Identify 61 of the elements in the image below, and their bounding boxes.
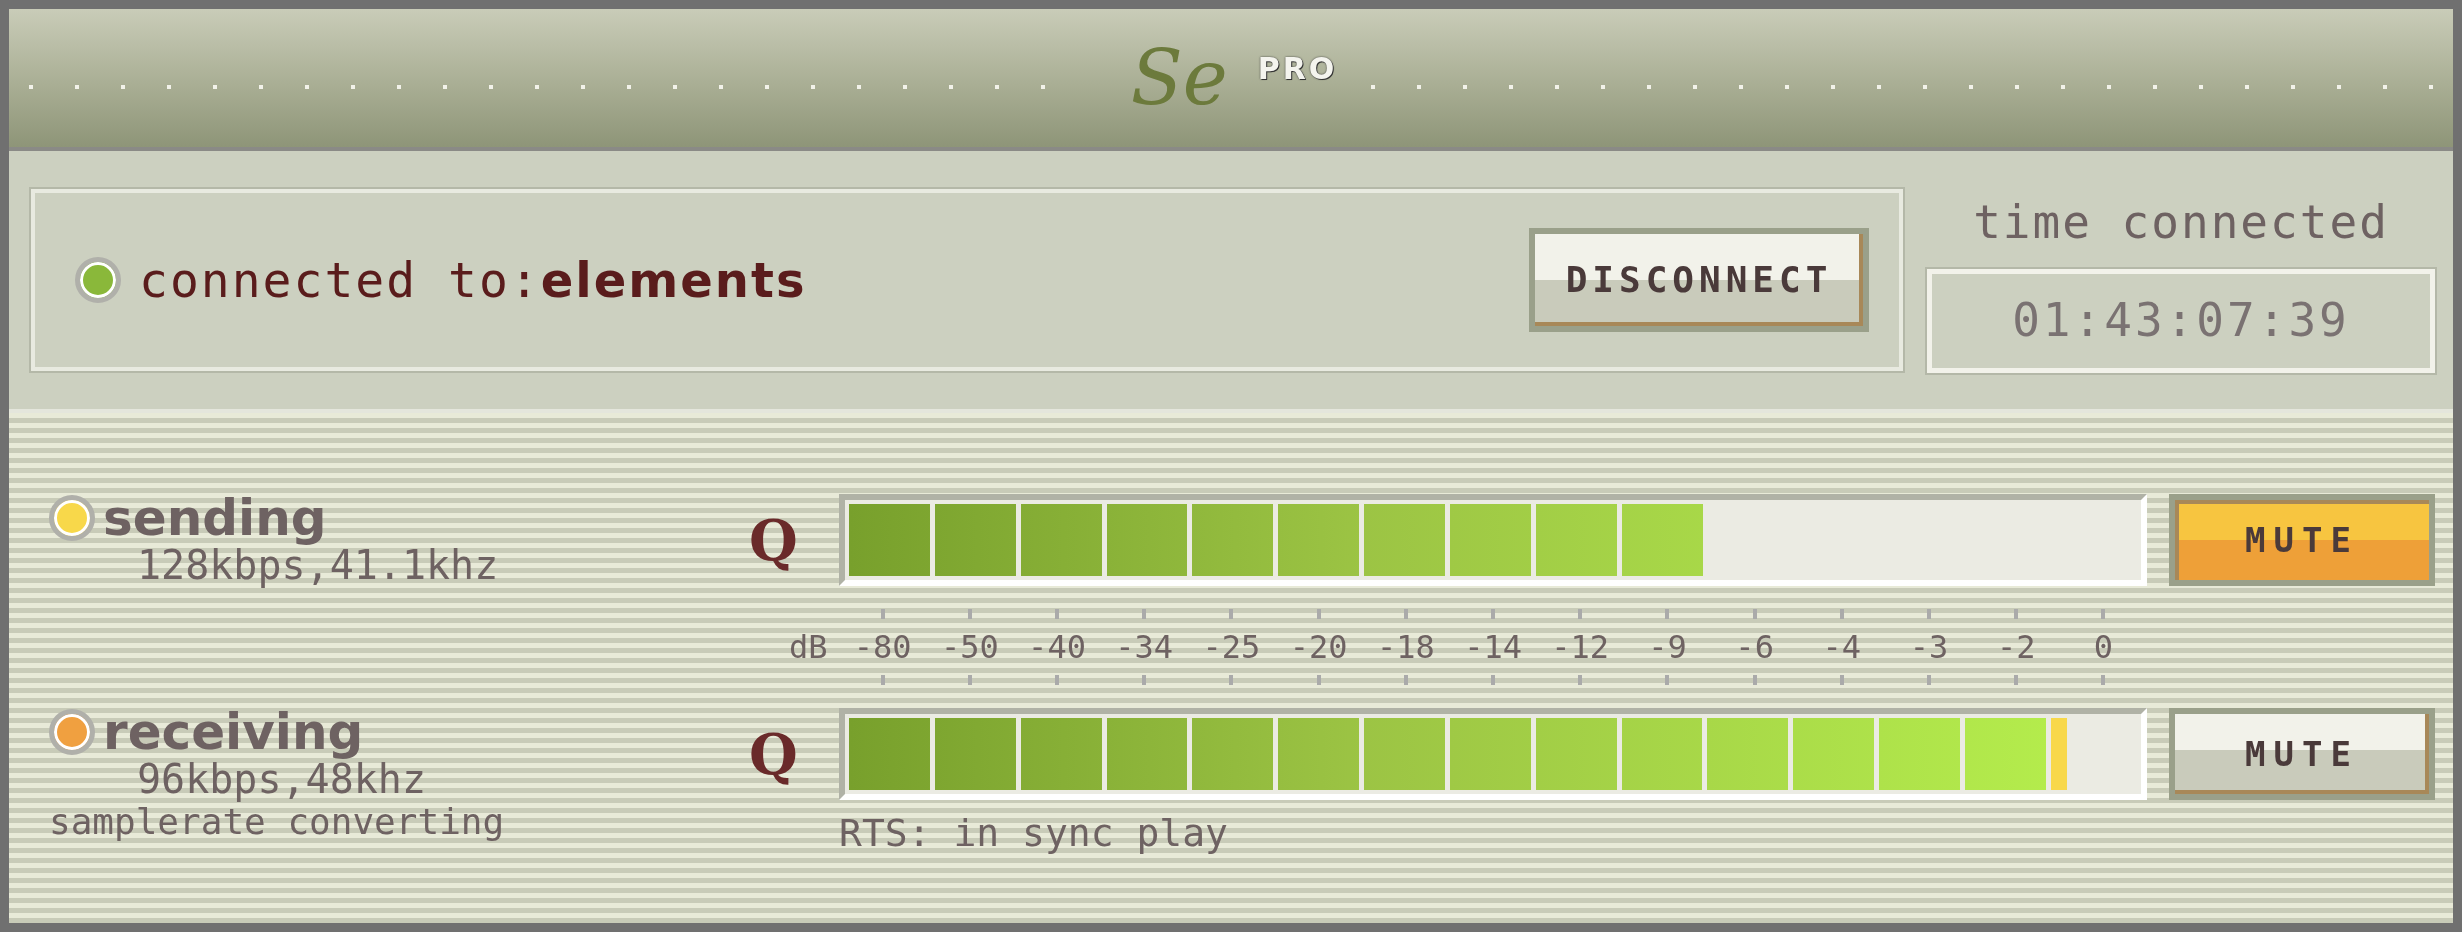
tick-mark <box>967 675 972 685</box>
tick-mark <box>967 609 972 619</box>
footer-note: samplerate converting <box>49 801 505 842</box>
tick-mark <box>2014 609 2019 619</box>
tick-mark <box>880 609 885 619</box>
tick-mark <box>1229 609 1234 619</box>
sync-status: RTS: in sync play <box>839 811 1228 855</box>
scale-label: -14 <box>1464 628 1522 666</box>
tick-mark <box>1229 675 1234 685</box>
tick-mark <box>1752 609 1757 619</box>
tick-mark <box>2014 675 2019 685</box>
channel-name: sending <box>103 493 327 543</box>
tick-mark <box>1403 609 1408 619</box>
tick-mark <box>1927 675 1932 685</box>
tick-mark <box>1403 675 1408 685</box>
tick-mark <box>1142 675 1147 685</box>
scale-label: -18 <box>1376 628 1435 666</box>
disconnect-button[interactable]: DISCONNECT <box>1529 228 1869 332</box>
tick-mark <box>1665 675 1670 685</box>
tick-mark <box>1578 609 1583 619</box>
timer-display: 01:43:07:39 <box>1927 268 2435 373</box>
scale-label: -80 <box>853 628 912 666</box>
tick-mark <box>1491 675 1495 685</box>
tick-mark <box>1142 609 1147 619</box>
scale-label: -3 <box>1909 628 1949 666</box>
q-label: Q <box>749 506 799 575</box>
logo-text: Se <box>1129 40 1229 116</box>
mute-button[interactable]: MUTE <box>2169 494 2435 586</box>
scale-label: -12 <box>1551 628 1610 666</box>
tick-mark <box>1578 675 1583 685</box>
scale-label: -6 <box>1735 628 1774 666</box>
mute-button[interactable]: MUTE <box>2169 708 2435 800</box>
timer-label: time connected <box>1973 193 2389 251</box>
tick-mark <box>1665 609 1670 619</box>
q-label: Q <box>749 720 799 789</box>
tick-mark <box>2101 609 2106 619</box>
tick-mark <box>1927 609 1932 619</box>
connection-status: connected to:elements <box>139 251 807 310</box>
scale-unit: dB <box>789 627 829 668</box>
tick-mark <box>1316 675 1321 685</box>
scale-label: 0 <box>2093 628 2114 666</box>
logo-label: PRO <box>1257 49 1338 88</box>
scale-label: -40 <box>1028 628 1086 666</box>
scale-label: -2 <box>1996 628 2036 666</box>
tick-mark <box>2101 675 2106 685</box>
scale-label: -20 <box>1289 628 1348 666</box>
channel-name: receiving <box>103 707 364 757</box>
tick-mark <box>1752 675 1757 685</box>
scale-label: -25 <box>1202 628 1261 666</box>
tick-mark <box>1839 675 1844 685</box>
tick-mark <box>1055 609 1059 619</box>
tick-mark <box>880 675 885 685</box>
scale-label: -9 <box>1648 628 1687 666</box>
scale-label: -50 <box>940 628 999 666</box>
scale-label: -34 <box>1115 628 1174 666</box>
tick-mark <box>1055 675 1059 685</box>
scale-label: -4 <box>1822 628 1862 666</box>
tick-mark <box>1839 609 1844 619</box>
tick-mark <box>1316 609 1321 619</box>
status-dot <box>75 257 121 303</box>
tick-mark <box>1491 609 1495 619</box>
